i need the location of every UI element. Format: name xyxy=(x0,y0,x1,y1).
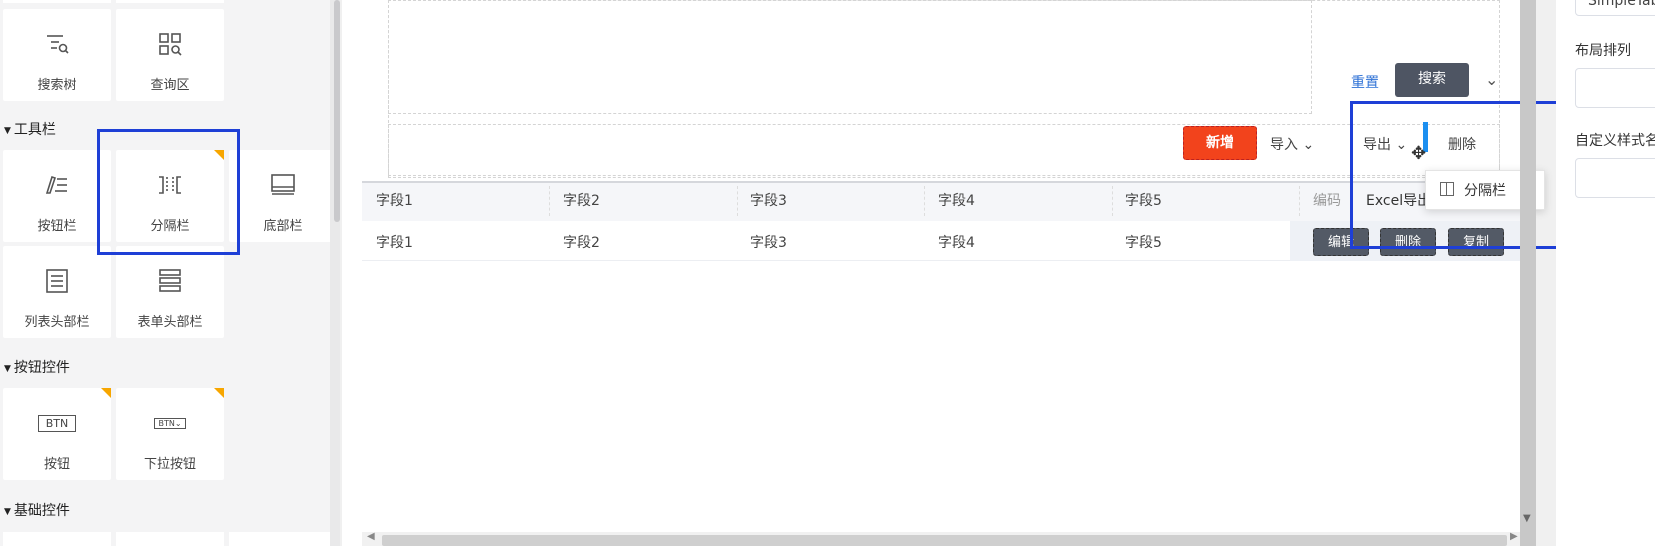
palette-item-form-header[interactable]: 表单头部栏 xyxy=(116,246,224,338)
add-button[interactable]: 新增 xyxy=(1183,126,1257,160)
form-header-icon xyxy=(116,266,224,296)
scroll-left-arrow-icon[interactable]: ◀ xyxy=(367,531,375,542)
collapse-triangle-icon: ▼ xyxy=(4,507,11,517)
layout-select[interactable] xyxy=(1575,68,1655,108)
column-header[interactable]: 字段3 xyxy=(750,190,787,210)
btn-icon-text: BTN xyxy=(158,418,175,428)
import-dropdown[interactable]: 导入 ⌄ xyxy=(1270,134,1314,154)
btn-icon-text: BTN xyxy=(37,414,77,432)
table-cell: 字段2 xyxy=(563,235,600,251)
expand-chevron-icon[interactable]: ⌄ xyxy=(1485,70,1498,89)
section-toolbar[interactable]: ▼ 工具栏 xyxy=(4,119,56,139)
chevron-down-icon: ⌄ xyxy=(1302,137,1315,153)
component-name-value: SimpleTab xyxy=(1588,0,1655,9)
column-header[interactable]: 字段1 xyxy=(376,190,413,210)
palette-item-label: 按钮 xyxy=(43,457,70,472)
query-fields-area xyxy=(388,0,1312,114)
section-button-controls[interactable]: ▼ 按钮控件 xyxy=(4,357,70,377)
reset-link[interactable]: 重置 xyxy=(1351,72,1379,92)
button-bar-icon xyxy=(3,170,111,200)
bottom-bar-icon xyxy=(229,170,337,200)
palette-item-search-tree[interactable]: 搜索树 xyxy=(3,9,111,101)
column-header[interactable]: 字段5 xyxy=(1125,190,1162,210)
canvas-vertical-scrollbar[interactable] xyxy=(1520,0,1536,546)
palette-item-label: 底部栏 xyxy=(263,219,303,234)
column-divider xyxy=(549,186,550,216)
table-cell: 字段5 xyxy=(1125,235,1162,251)
dropdown-button-icon: BTN⌄ xyxy=(116,408,224,438)
corner-badge xyxy=(214,388,224,398)
section-title-label: 基础控件 xyxy=(13,503,70,519)
column-divider xyxy=(924,186,925,216)
column-header[interactable]: 字段4 xyxy=(938,190,975,210)
custom-style-label: 自定义样式名 xyxy=(1575,133,1655,149)
palette-item-label: 按钮栏 xyxy=(37,219,77,234)
section-title-label: 工具栏 xyxy=(13,122,56,138)
palette-item-label: 搜索树 xyxy=(37,78,77,93)
palette-item-dropdown-button[interactable]: BTN⌄ 下拉按钮 xyxy=(116,388,224,480)
palette-scrollbar-thumb[interactable] xyxy=(334,0,340,222)
table-cell: 字段1 xyxy=(376,235,413,251)
table-cell: 字段4 xyxy=(938,235,975,251)
scroll-right-arrow-icon[interactable]: ▶ xyxy=(1510,531,1518,542)
toolbar-frame xyxy=(388,124,1500,176)
palette-item-button[interactable]: BTN 按钮 xyxy=(3,388,111,480)
palette-item-label: 下拉按钮 xyxy=(143,457,196,472)
custom-style-input[interactable] xyxy=(1575,158,1655,198)
search-button[interactable]: 搜索 xyxy=(1395,63,1469,97)
section-basic-controls[interactable]: ▼ 基础控件 xyxy=(4,500,70,520)
query-area-icon xyxy=(116,29,224,59)
palette-item-bottom-bar[interactable]: 底部栏 xyxy=(229,150,337,242)
palette-item-label: 表单头部栏 xyxy=(137,315,203,330)
button-icon: BTN xyxy=(3,408,111,438)
search-tree-icon xyxy=(3,29,111,59)
highlight-box-target xyxy=(1350,101,1584,249)
palette-item-label: 列表头部栏 xyxy=(24,315,90,330)
palette-item-list-header[interactable]: 列表头部栏 xyxy=(3,246,111,338)
palette-item-label: 查询区 xyxy=(150,78,190,93)
import-label: 导入 xyxy=(1270,137,1298,153)
layout-label: 布局排列 xyxy=(1575,43,1631,59)
collapse-triangle-icon: ▼ xyxy=(4,126,11,136)
column-header[interactable]: 编码 xyxy=(1313,190,1341,210)
scroll-down-arrow-icon[interactable]: ▼ xyxy=(1523,513,1531,524)
column-divider xyxy=(737,186,738,216)
highlight-box-source xyxy=(97,129,240,255)
column-header[interactable]: 字段2 xyxy=(563,190,600,210)
palette-item-button-bar[interactable]: 按钮栏 xyxy=(3,150,111,242)
horizontal-scrollbar-thumb[interactable] xyxy=(382,535,1507,546)
collapse-triangle-icon: ▼ xyxy=(4,364,11,374)
column-divider xyxy=(1112,186,1113,216)
component-name-field[interactable]: SimpleTab xyxy=(1575,0,1655,16)
section-title-label: 按钮控件 xyxy=(13,360,70,376)
column-divider xyxy=(1299,186,1300,216)
component-palette: 搜索树 查询区 ▼ 工具栏 按钮栏 分隔栏 底部栏 列表头部栏 表单头部栏 ▼ … xyxy=(0,0,340,546)
table-cell: 字段3 xyxy=(750,235,787,251)
corner-badge xyxy=(101,388,111,398)
list-header-icon xyxy=(3,266,111,296)
palette-item-query-area[interactable]: 查询区 xyxy=(116,9,224,101)
